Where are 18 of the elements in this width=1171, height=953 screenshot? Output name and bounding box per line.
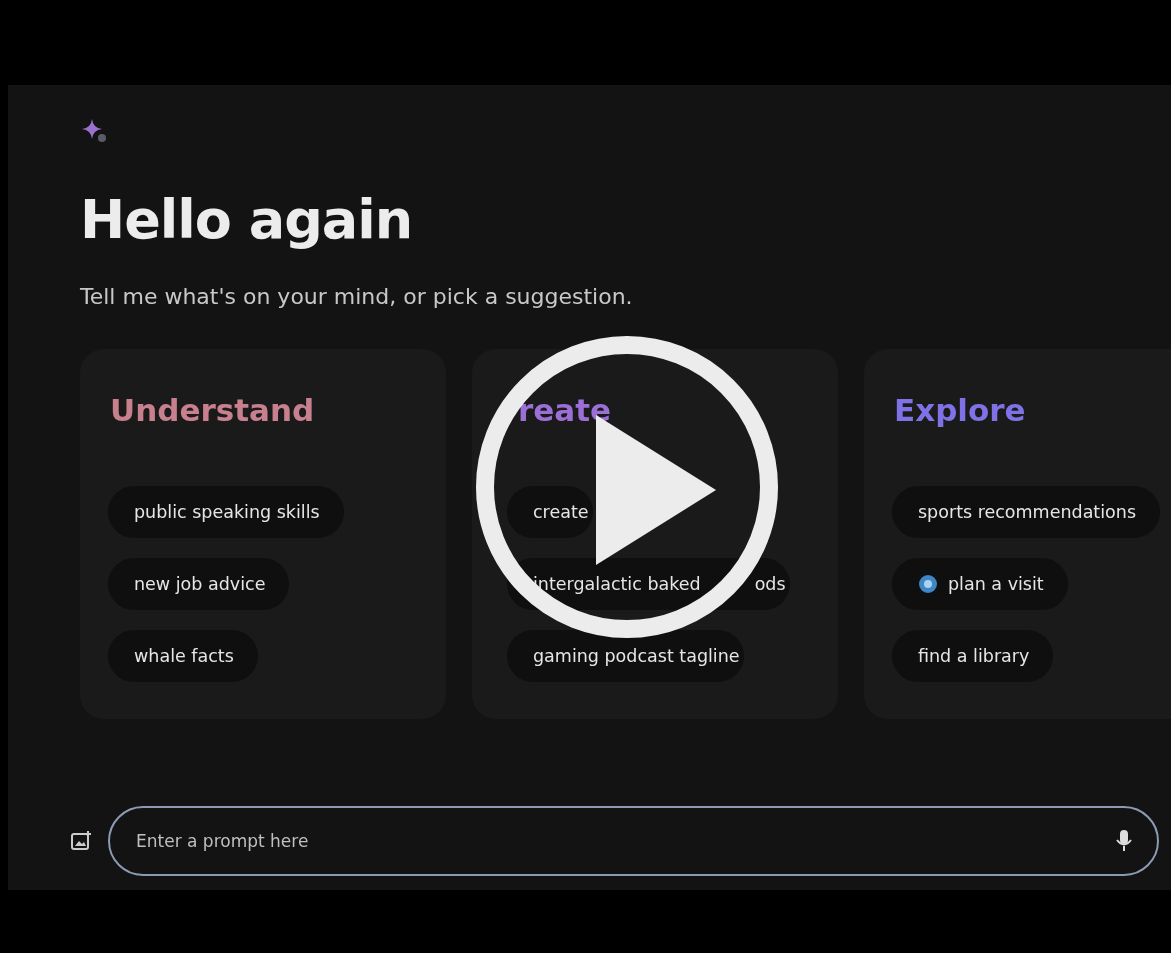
card-title: reate: [518, 391, 612, 430]
microphone-icon[interactable]: [1115, 829, 1133, 853]
greeting-title: Hello again: [80, 188, 414, 252]
card-title: Understand: [110, 391, 315, 430]
prompt-bar[interactable]: Enter a prompt here: [108, 806, 1159, 876]
suggestion-chip[interactable]: sports recommendations: [892, 486, 1160, 538]
image-upload-icon[interactable]: [70, 830, 92, 852]
card-title: Explore: [894, 391, 1026, 430]
suggestion-chip[interactable]: whale facts: [108, 630, 258, 682]
suggestion-chip[interactable]: public speaking skills: [108, 486, 344, 538]
suggestion-chip[interactable]: find a library: [892, 630, 1054, 682]
prompt-field[interactable]: Enter a prompt here: [134, 830, 1115, 852]
greeting-subtitle: Tell me what's on your mind, or pick a suggestion.: [80, 283, 634, 311]
suggestion-chip[interactable]: gaming podcast tagline: [507, 630, 744, 682]
globe-icon: [918, 574, 938, 594]
suggestion-chip[interactable]: create: [507, 486, 593, 538]
suggestion-chip[interactable]: new job advice: [108, 558, 290, 610]
suggestion-chip[interactable]: plan a visit: [892, 558, 1068, 610]
